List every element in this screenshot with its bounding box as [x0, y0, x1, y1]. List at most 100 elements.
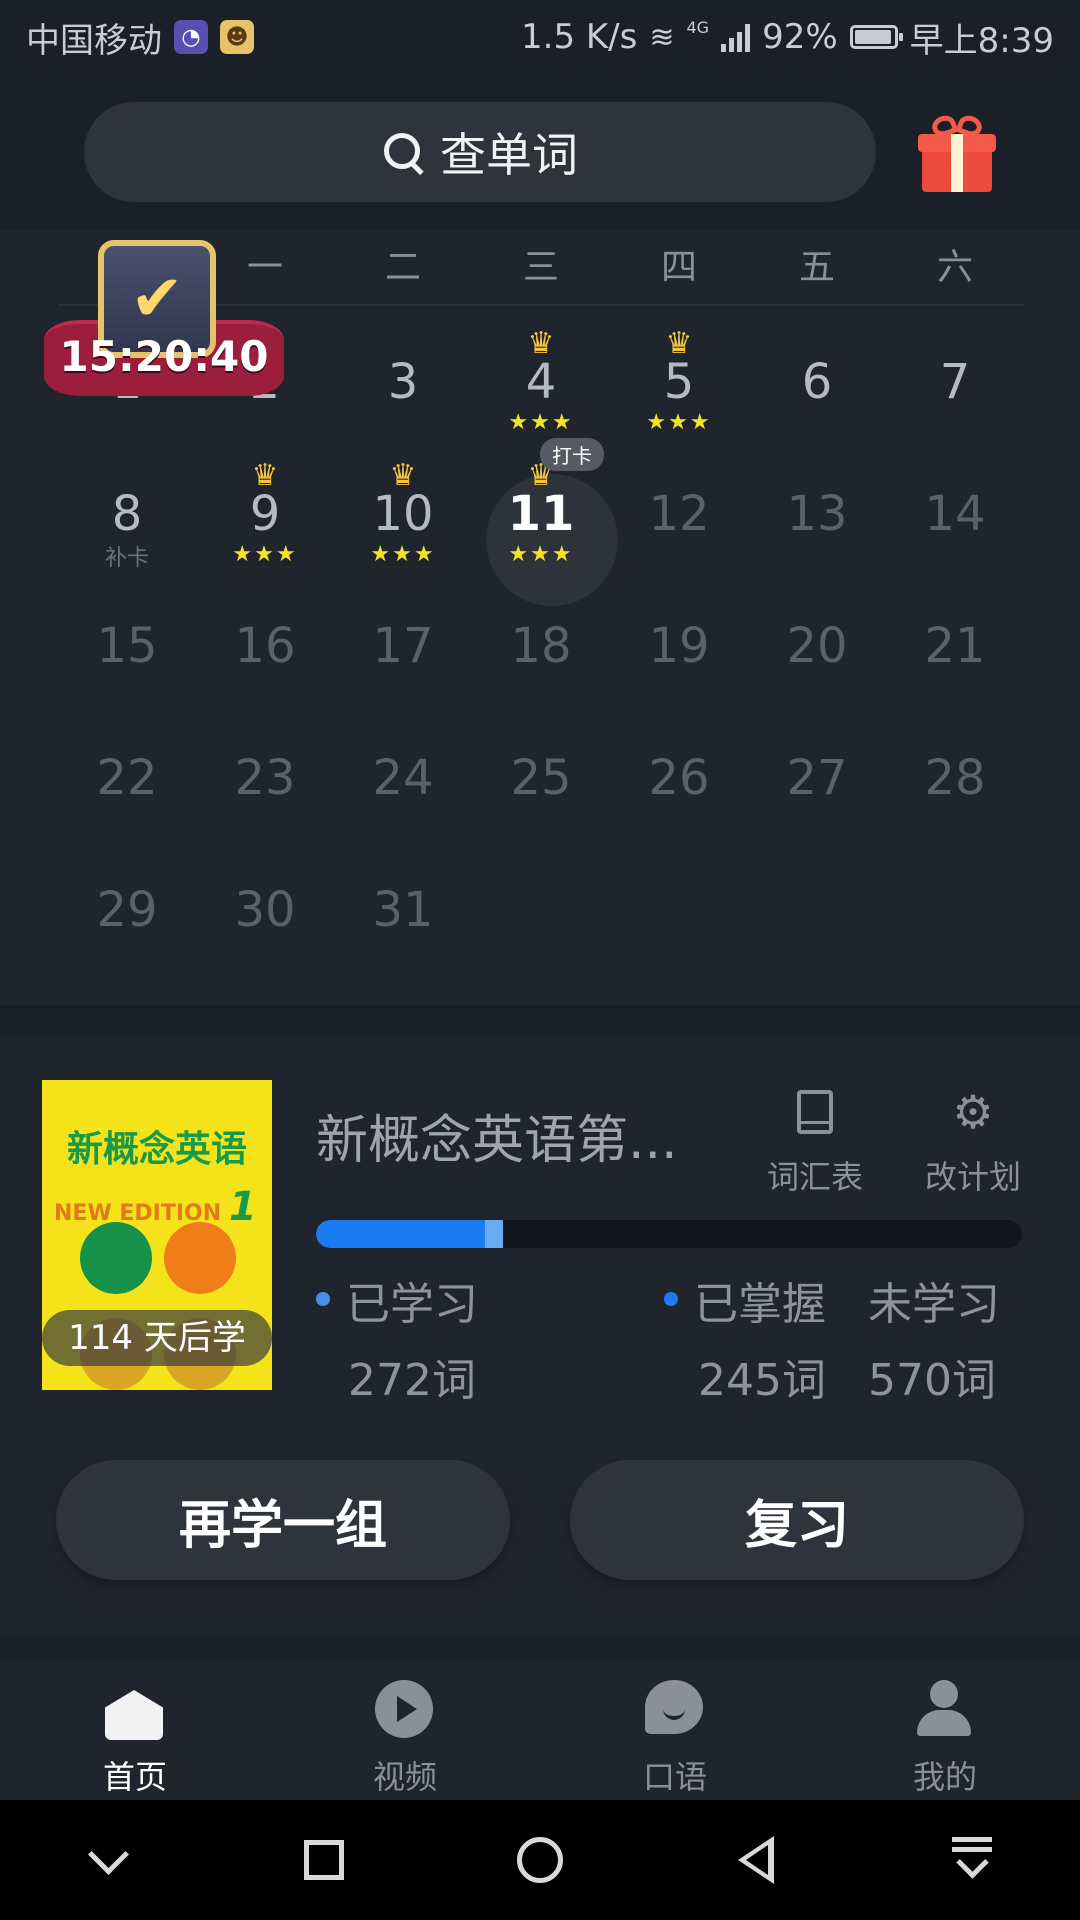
search-label: 查单词 — [440, 128, 578, 182]
calendar-day-22[interactable]: 22 — [58, 706, 196, 838]
calendar-day-7[interactable]: 7 — [886, 310, 1024, 442]
calendar-day-9[interactable]: ♛ 9 ★★★ — [196, 442, 334, 574]
calendar-day-25[interactable]: 25 — [472, 706, 610, 838]
calendar-day-14[interactable]: 14 — [886, 442, 1024, 574]
checkin-badge[interactable]: 打卡 — [540, 438, 604, 471]
home-icon — [105, 1690, 163, 1740]
star-rating: ★★★ — [646, 410, 712, 435]
system-nav-bar — [0, 1800, 1080, 1920]
weekday-label: 二 — [384, 247, 421, 288]
star-rating: ★★★ — [370, 542, 436, 567]
day-number: 6 — [801, 354, 833, 410]
study-again-button[interactable]: 再学一组 — [56, 1460, 510, 1580]
review-button[interactable]: 复习 — [570, 1460, 1024, 1580]
mastered-dot — [664, 1292, 678, 1306]
calendar-day-16[interactable]: 16 — [196, 574, 334, 706]
nav-notification-button[interactable] — [864, 1800, 1080, 1920]
day-number: 3 — [387, 354, 419, 410]
mastered-count: 245词 — [698, 1355, 826, 1406]
calendar-day-30[interactable]: 30 — [196, 838, 334, 970]
tab-video[interactable]: 视频 — [270, 1660, 540, 1800]
nav-collapse-button[interactable] — [0, 1800, 216, 1920]
calendar-day-8[interactable]: 8 补卡 — [58, 442, 196, 574]
carrier-label: 中国移动 — [26, 20, 162, 61]
nav-recents-button[interactable] — [216, 1800, 432, 1920]
calendar-day-21[interactable]: 21 — [886, 574, 1024, 706]
profile-icon — [915, 1680, 973, 1738]
change-plan-button[interactable]: ⚙ 改计划 — [908, 1086, 1038, 1198]
gift-icon[interactable] — [918, 112, 996, 194]
calendar-day-13[interactable]: 13 — [748, 442, 886, 574]
day-number: 23 — [234, 750, 296, 806]
tab-label: 视频 — [372, 1758, 437, 1796]
book-card: 新概念英语 NEW EDITION 1 114 天后学 新概念英语第... 词汇… — [0, 1036, 1080, 1636]
vocab-label: 词汇表 — [766, 1158, 863, 1196]
calendar-day-17[interactable]: 17 — [334, 574, 472, 706]
chevron-down-icon — [87, 1833, 129, 1875]
cover-title: 新概念英语 — [66, 1129, 247, 1170]
day-number: 25 — [510, 750, 572, 806]
day-number: 16 — [234, 618, 296, 674]
day-number: 15 — [96, 618, 158, 674]
calendar-day-20[interactable]: 20 — [748, 574, 886, 706]
calendar-day-4[interactable]: ♛ 4 ★★★ — [472, 310, 610, 442]
vocab-book-icon — [797, 1090, 833, 1134]
nav-home-button[interactable] — [432, 1800, 648, 1920]
search-bar[interactable]: 查单词 — [84, 102, 876, 202]
makeup-checkin-label: 补卡 — [104, 546, 149, 571]
calendar-day-6[interactable]: 6 — [748, 310, 886, 442]
checkin-timer: 15:20:40 — [59, 332, 269, 381]
day-number: 18 — [510, 618, 572, 674]
day-number: 4 — [525, 354, 557, 410]
tab-label: 首页 — [102, 1758, 167, 1796]
day-number: 17 — [372, 618, 434, 674]
nav-back-button[interactable] — [648, 1800, 864, 1920]
checkin-reward-badge[interactable]: ✔ 15:20:40 — [44, 236, 284, 412]
calendar-day-15[interactable]: 15 — [58, 574, 196, 706]
calendar-day-31[interactable]: 31 — [334, 838, 472, 970]
day-number: 24 — [372, 750, 434, 806]
monkey-notification-icon: ☻ — [220, 20, 254, 54]
cover-edition: NEW EDITION 1 — [54, 1184, 257, 1230]
day-number: 30 — [234, 882, 296, 938]
network-type: 4G — [686, 17, 710, 37]
stat-mastered: 已掌握 245词 — [664, 1268, 826, 1408]
day-number: 29 — [96, 882, 158, 938]
calendar-day-29[interactable]: 29 — [58, 838, 196, 970]
calendar-day-27[interactable]: 27 — [748, 706, 886, 838]
circle-icon — [517, 1837, 563, 1883]
day-number: 7 — [939, 354, 971, 410]
video-icon — [375, 1680, 433, 1738]
day-number: 5 — [663, 354, 695, 410]
calendar-day-18[interactable]: 18 — [472, 574, 610, 706]
book-title[interactable]: 新概念英语第... — [316, 1098, 716, 1173]
calendar-day-19[interactable]: 19 — [610, 574, 748, 706]
bottom-tab-bar: 首页 视频 口语 我的 — [0, 1660, 1080, 1800]
tab-home[interactable]: 首页 — [0, 1660, 270, 1800]
progress-mastered — [485, 1220, 503, 1248]
day-number: 28 — [924, 750, 986, 806]
calendar-day-24[interactable]: 24 — [334, 706, 472, 838]
stat-unlearned: 未学习 570词 — [868, 1279, 1000, 1406]
day-number: 27 — [786, 750, 848, 806]
star-rating: ★★★ — [508, 542, 574, 567]
chat-icon — [645, 1680, 703, 1734]
tab-me[interactable]: 我的 — [810, 1660, 1080, 1800]
calendar-day-5[interactable]: ♛ 5 ★★★ — [610, 310, 748, 442]
calendar-day-12[interactable]: 12 — [610, 442, 748, 574]
calendar-day-11[interactable]: ♛ 11 ★★★ 打卡 — [472, 438, 618, 606]
calendar-day-26[interactable]: 26 — [610, 706, 748, 838]
tab-label: 我的 — [912, 1758, 977, 1796]
study-progress-bar — [316, 1220, 1022, 1248]
pull-down-icon — [952, 1837, 992, 1883]
calendar-day-3[interactable]: 3 — [334, 310, 472, 442]
calendar-day-28[interactable]: 28 — [886, 706, 1024, 838]
calendar-day-23[interactable]: 23 — [196, 706, 334, 838]
battery-icon — [849, 25, 903, 49]
day-number: 21 — [924, 618, 986, 674]
book-cover[interactable]: 新概念英语 NEW EDITION 1 114 天后学 — [42, 1080, 272, 1390]
star-rating: ★★★ — [232, 542, 298, 567]
vocab-list-button[interactable]: 词汇表 — [750, 1086, 880, 1198]
calendar-day-10[interactable]: ♛ 10 ★★★ — [334, 442, 472, 574]
tab-speaking[interactable]: 口语 — [540, 1660, 810, 1800]
